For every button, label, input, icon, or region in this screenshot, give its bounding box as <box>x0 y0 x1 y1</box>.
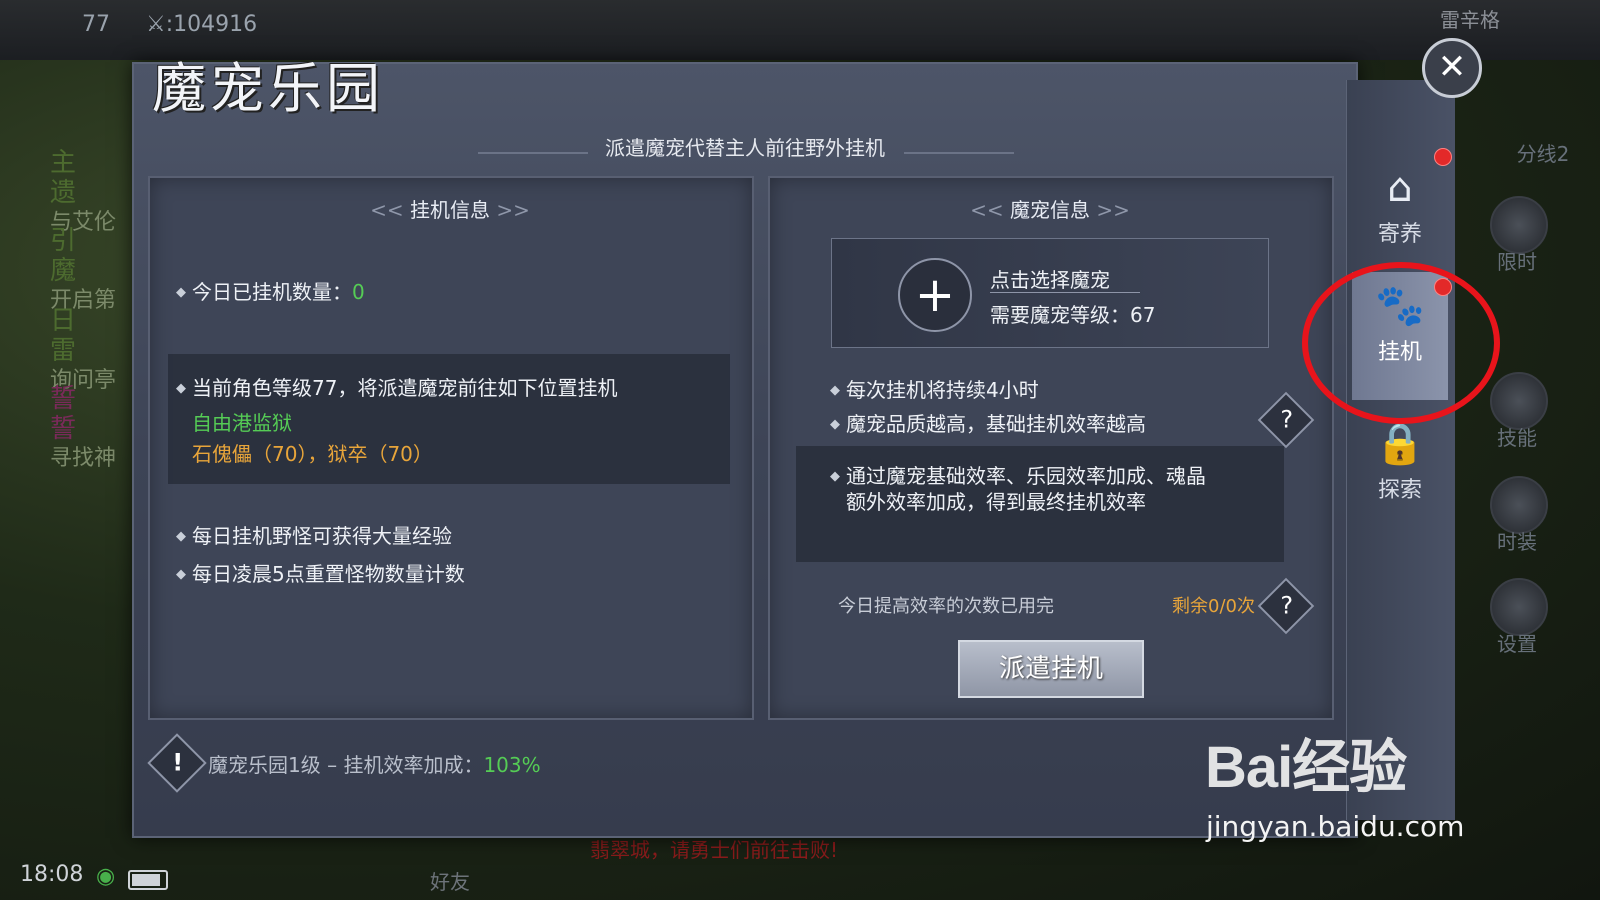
quest-title: 主 遗 <box>50 148 89 208</box>
panel-subtitle: 派遣魔宠代替主人前往野外挂机 <box>605 136 885 160</box>
idle-info-title: 挂机信息 <box>410 198 490 222</box>
info-text: 通过魔宠基础效率、乐园效率加成、魂晶 <box>846 464 1206 488</box>
pet-info-header: << 魔宠信息 >> <box>950 194 1150 223</box>
wifi-icon: ◉ <box>96 864 116 889</box>
system-chat: 翡翠城，请勇士们前往击败! <box>590 835 838 865</box>
select-pet-label[interactable]: 点击选择魔宠 <box>990 264 1110 293</box>
highlight-circle <box>1302 262 1500 424</box>
tip-row-2: ◆ 每日凌晨5点重置怪物数量计数 <box>176 558 465 587</box>
bullet-icon: ◆ <box>176 567 186 582</box>
clock: 18:08 <box>20 862 84 887</box>
plus-icon: + <box>914 267 956 323</box>
wing-right-icon: >> <box>1096 198 1130 222</box>
question-icon: ? <box>1280 405 1294 434</box>
quest-desc: 寻找神 <box>50 446 117 471</box>
quest-item-2[interactable]: 引 魔 开启第 <box>50 226 130 316</box>
required-level-label: 需要魔宠等级： <box>990 303 1130 327</box>
house-icon: ⌂ <box>1387 165 1413 211</box>
tip-text: 每日凌晨5点重置怪物数量计数 <box>192 562 465 586</box>
quest-title: 日 雷 <box>50 306 89 366</box>
player-level: 77 <box>82 12 110 37</box>
pet-select-slot[interactable] <box>831 238 1269 348</box>
close-icon: ✕ <box>1437 47 1467 87</box>
location-name: 自由港监狱 <box>192 411 292 435</box>
info-text: 魔宠品质越高，基础挂机效率越高 <box>846 412 1146 436</box>
today-count-row: ◆ 今日已挂机数量：0 <box>176 276 365 305</box>
limited-label: 限时 <box>1497 250 1537 274</box>
fashion-label: 时装 <box>1497 530 1537 554</box>
tip-text: 每日挂机野怪可获得大量经验 <box>192 524 452 548</box>
server-line-label[interactable]: 分线2 <box>1508 138 1578 167</box>
quest-item-3[interactable]: 日 雷 询问亭 <box>50 306 130 396</box>
dispatch-idle-button[interactable]: 派遣挂机 <box>958 640 1144 698</box>
today-count-value: 0 <box>352 280 365 304</box>
watermark-brand: Bai经验 <box>1205 735 1407 800</box>
watermark-url: jingyan.baidu.com <box>1206 810 1465 843</box>
park-bonus-label: 魔宠乐园1级 – 挂机效率加成： <box>208 753 484 777</box>
boost-remaining: 剩余0/0次 <box>1172 596 1255 617</box>
pet-info-row-1: ◆ 每次挂机将持续4小时 <box>830 374 1039 403</box>
boost-status-text: 今日提高效率的次数已用完 <box>838 596 1054 617</box>
tab-explore-label: 探索 <box>1377 478 1422 503</box>
park-bonus-value: 103% <box>483 753 541 777</box>
bullet-icon: ◆ <box>176 529 186 544</box>
bullet-icon: ◆ <box>176 285 186 300</box>
player-name: 雷辛格 <box>1440 8 1500 32</box>
bullet-icon: ◆ <box>176 381 186 396</box>
question-icon: ? <box>1280 591 1294 620</box>
required-level-value: 67 <box>1130 303 1156 327</box>
tip-row-1: ◆ 每日挂机野怪可获得大量经验 <box>176 520 452 549</box>
select-underline <box>990 292 1140 293</box>
quest-title: 誓 誓 <box>50 384 89 444</box>
lock-icon: 🔒 <box>1375 421 1425 467</box>
pet-info-row-3b: 额外效率加成，得到最终挂机效率 <box>846 490 1146 514</box>
player-power: ⚔:104916 <box>146 12 258 37</box>
pet-info-title: 魔宠信息 <box>1010 198 1090 222</box>
wing-left-icon: << <box>970 198 1010 222</box>
tab-explore[interactable]: 🔒 探索 <box>1352 420 1448 520</box>
wing-left-icon: << <box>370 198 410 222</box>
close-button[interactable]: ✕ <box>1422 38 1482 98</box>
quest-item-1[interactable]: 主 遗 与艾伦 <box>50 148 130 238</box>
add-pet-button[interactable]: + <box>898 258 972 332</box>
panel-title: 魔宠乐园 <box>152 57 384 120</box>
quest-item-4[interactable]: 誓 誓 寻找神 <box>50 384 130 474</box>
chat-line: 翡翠城，请勇士们前往击败! <box>590 838 839 862</box>
settings-label: 设置 <box>1497 632 1537 656</box>
friends-button[interactable]: 好友 <box>430 866 470 895</box>
baidu-watermark: Bai经验 <box>1205 720 1407 804</box>
park-bonus-row: 魔宠乐园1级 – 挂机效率加成：103% <box>208 749 541 778</box>
tab-foster[interactable]: ⌂ 寄养 <box>1352 164 1448 272</box>
monster-list: 石傀儡（70），狱卒（70） <box>192 442 433 466</box>
notification-dot <box>1434 148 1452 166</box>
bullet-icon: ◆ <box>830 469 840 484</box>
pet-info-row-2: ◆ 魔宠品质越高，基础挂机效率越高 <box>830 408 1146 437</box>
bullet-icon: ◆ <box>830 417 840 432</box>
info-text: 每次挂机将持续4小时 <box>846 378 1039 402</box>
location-intro-row: ◆ 当前角色等级77，将派遣魔宠前往如下位置挂机 <box>176 372 617 401</box>
tab-foster-label: 寄养 <box>1377 222 1422 247</box>
wing-right-icon: >> <box>496 198 530 222</box>
bullet-icon: ◆ <box>830 383 840 398</box>
idle-info-header: << 挂机信息 >> <box>350 194 550 223</box>
quest-title: 引 魔 <box>50 226 89 286</box>
skill-label: 技能 <box>1497 426 1537 450</box>
today-count-label: 今日已挂机数量： <box>192 280 352 304</box>
battery-icon <box>128 870 168 890</box>
location-intro: 当前角色等级77，将派遣魔宠前往如下位置挂机 <box>192 376 618 400</box>
required-level-row: 需要魔宠等级：67 <box>990 299 1155 328</box>
pet-info-row-3: ◆ 通过魔宠基础效率、乐园效率加成、魂晶 <box>830 460 1206 489</box>
